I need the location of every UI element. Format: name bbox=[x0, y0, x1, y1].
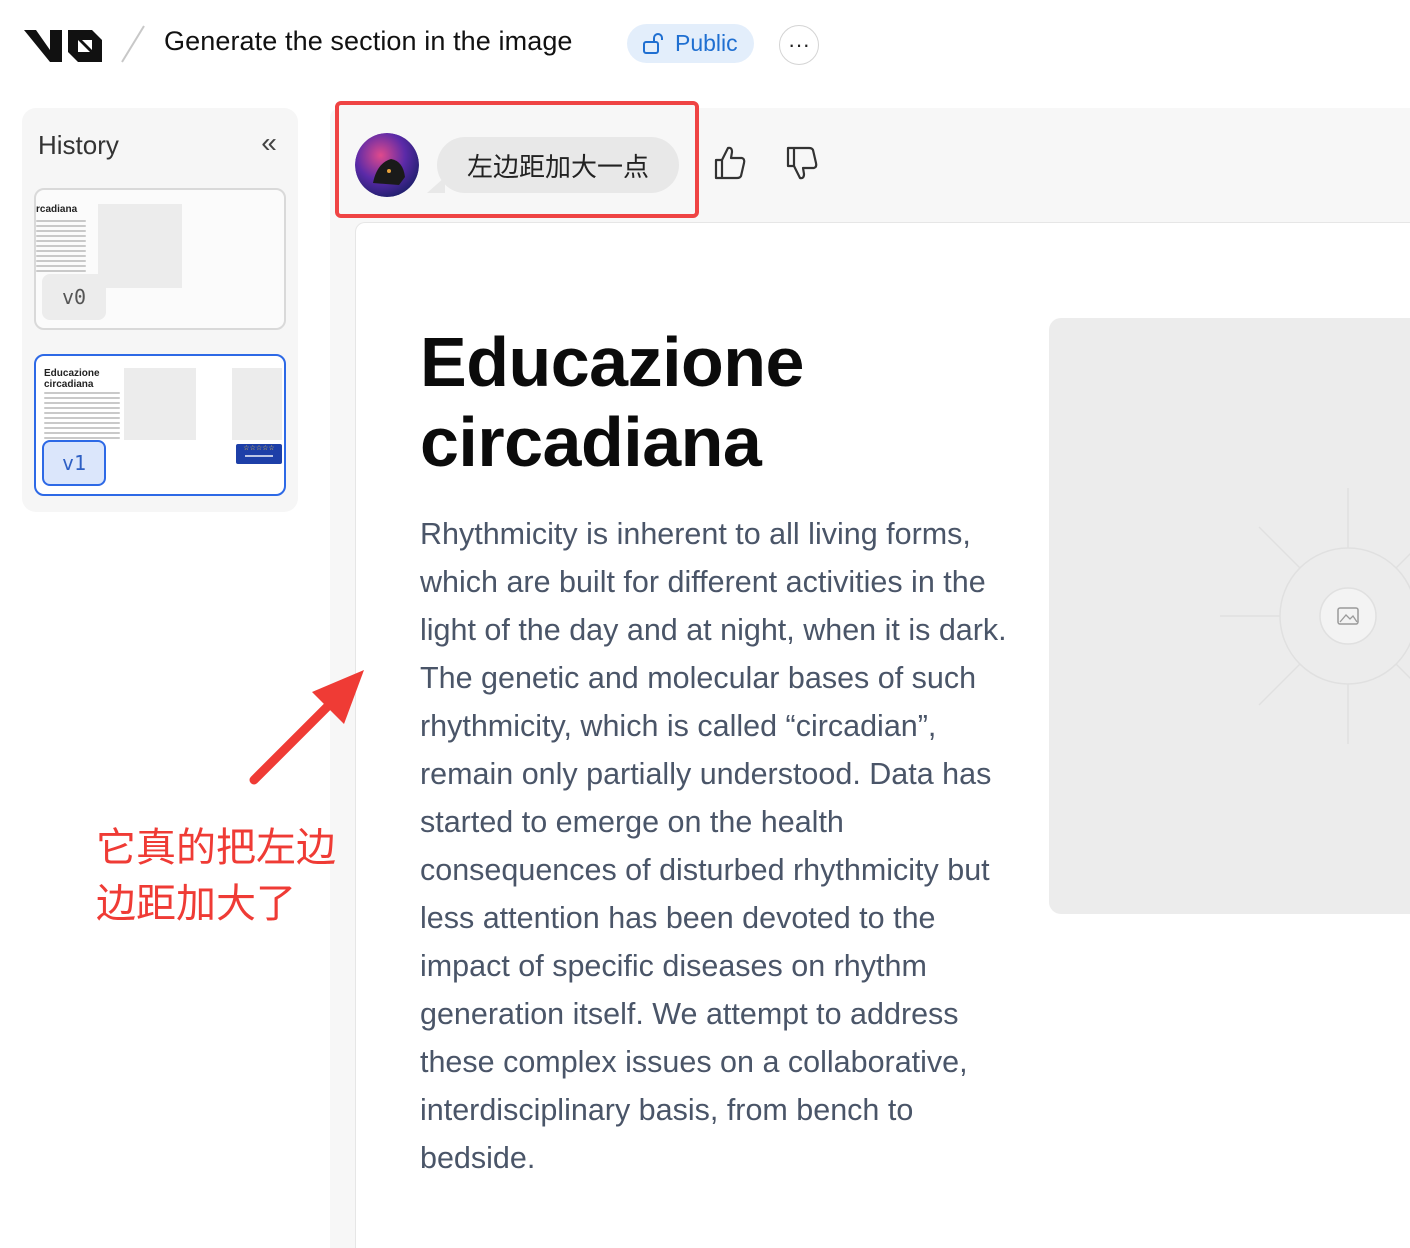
thumbs-up-icon[interactable] bbox=[712, 144, 748, 182]
page-title: Generate the section in the image bbox=[164, 26, 573, 56]
unlock-icon bbox=[643, 32, 663, 54]
annotation-text: 它真的把左边边距加大了 bbox=[96, 825, 336, 927]
avatar bbox=[355, 133, 419, 197]
version-tag-v1: v1 bbox=[42, 440, 106, 486]
breadcrumb-divider bbox=[121, 25, 145, 63]
user-message-bubble: 左边距加大一点 bbox=[437, 137, 679, 193]
thumb-text-lines bbox=[44, 392, 120, 442]
history-title: History bbox=[38, 130, 119, 160]
thumb-image-placeholder bbox=[232, 368, 282, 440]
thumb-title: rcadiana bbox=[36, 204, 78, 215]
history-sidebar: History « rcadiana v0 Educazione circadi… bbox=[22, 108, 298, 512]
history-version-v0[interactable]: rcadiana v0 bbox=[34, 188, 286, 330]
annotation-arrow-icon bbox=[249, 670, 364, 785]
section-body: Rhythmicity is inherent to all living fo… bbox=[420, 517, 1007, 1175]
thumb-text-lines bbox=[36, 220, 86, 275]
thumb-image-placeholder bbox=[124, 368, 196, 440]
thumb-image-placeholder bbox=[98, 204, 182, 288]
visibility-badge[interactable]: Public bbox=[627, 24, 754, 63]
more-options-button[interactable]: ··· bbox=[779, 25, 819, 65]
thumb-rating-card: ☆☆☆☆☆ bbox=[236, 444, 282, 464]
visibility-label: Public bbox=[675, 30, 738, 56]
section-heading: Educazione circadiana bbox=[420, 323, 804, 481]
v0-logo[interactable] bbox=[22, 22, 104, 66]
image-placeholder-icon bbox=[1220, 488, 1410, 744]
image-placeholder bbox=[1049, 318, 1410, 914]
ellipsis-icon: ··· bbox=[788, 32, 810, 57]
thumbs-down-icon[interactable] bbox=[784, 144, 820, 182]
history-version-v1[interactable]: Educazione circadiana ☆☆☆☆☆ v1 bbox=[34, 354, 286, 496]
thumb-title: Educazione circadiana bbox=[44, 368, 100, 390]
version-tag-v0: v0 bbox=[42, 274, 106, 320]
user-message-highlight: 左边距加大一点 bbox=[335, 101, 699, 218]
collapse-sidebar-icon[interactable]: « bbox=[254, 129, 284, 160]
